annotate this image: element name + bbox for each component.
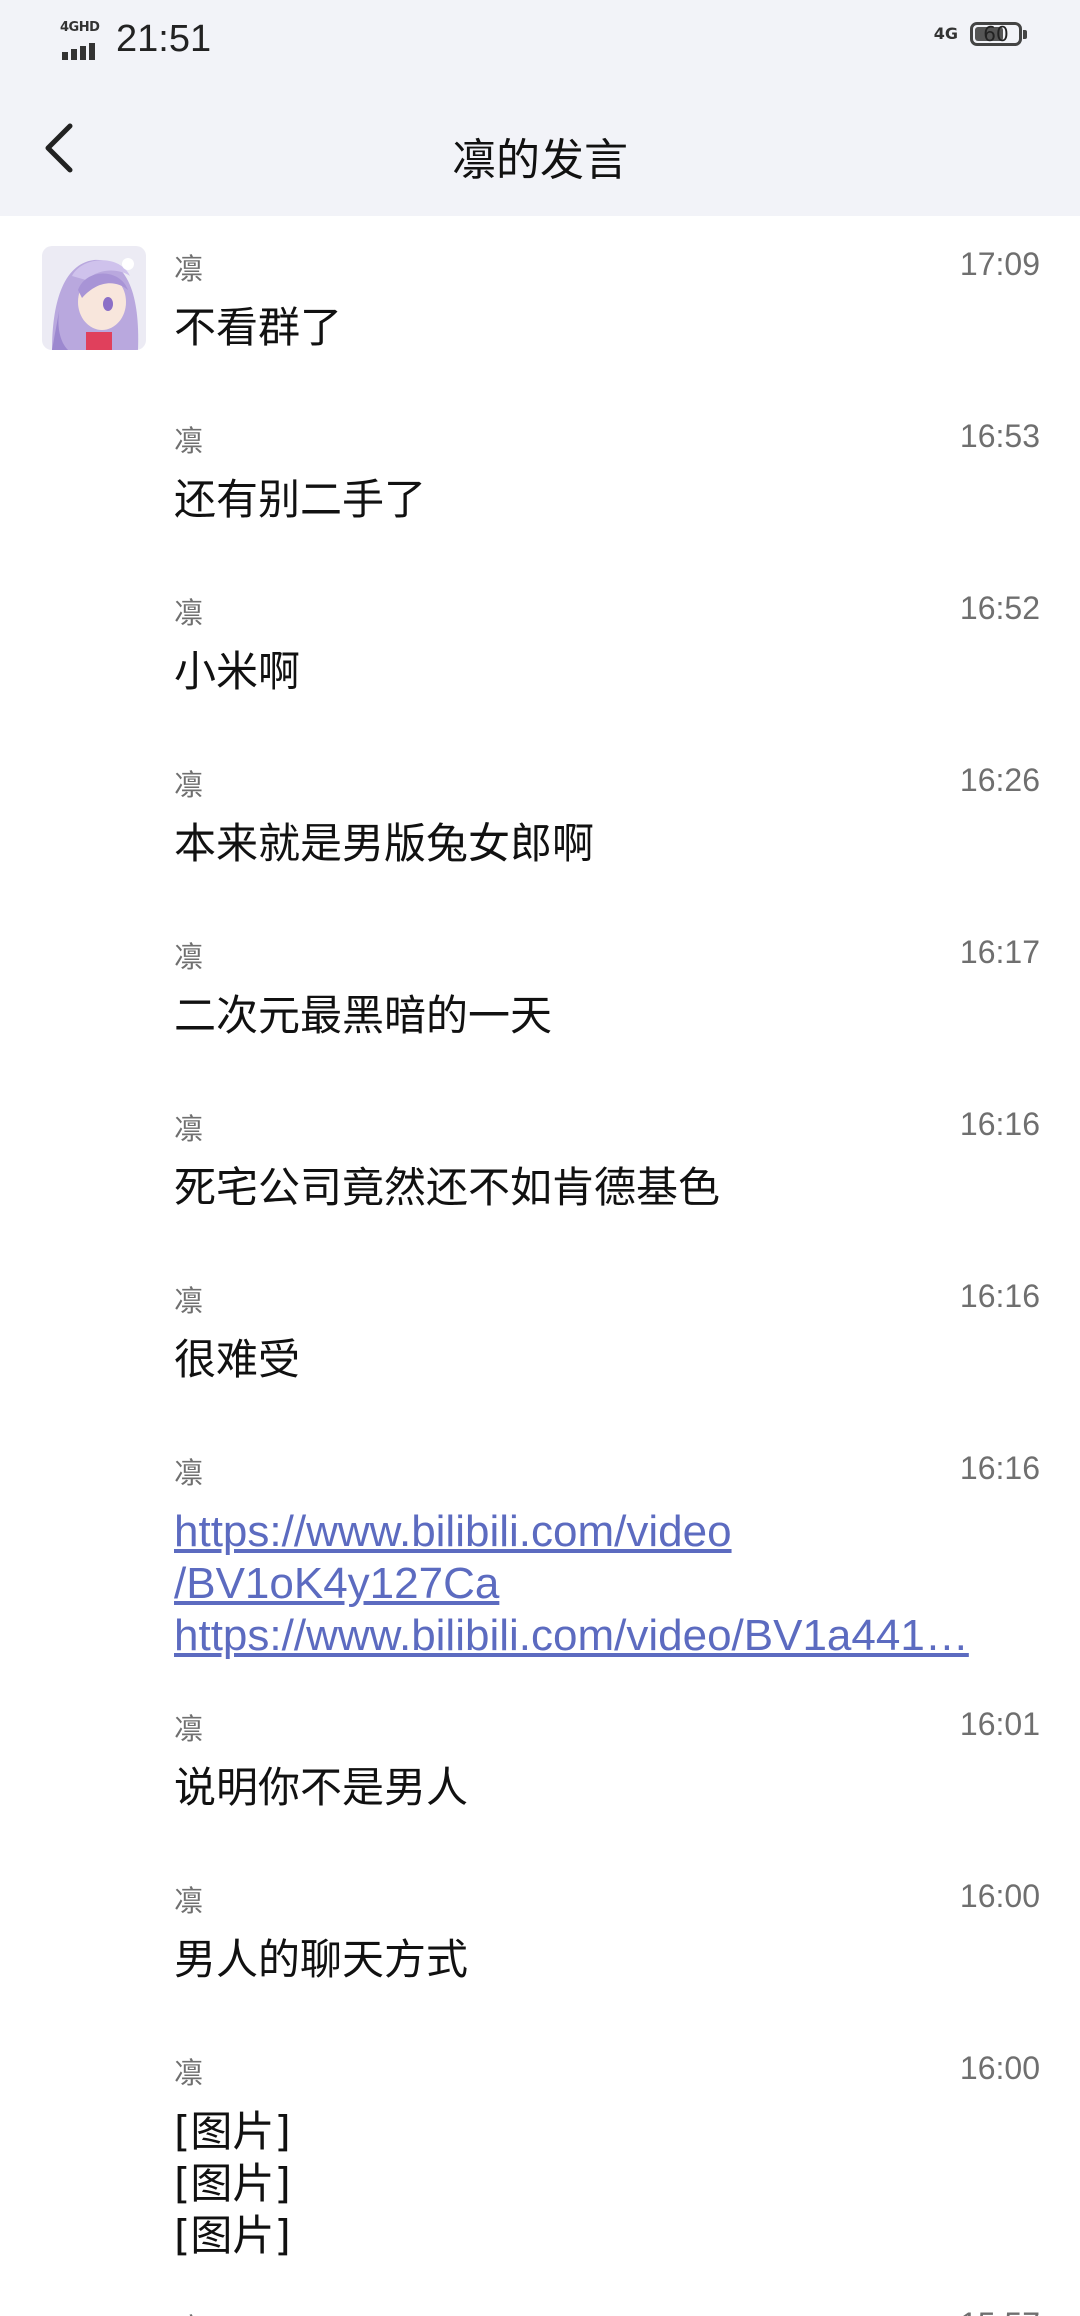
anime-avatar-image — [42, 246, 146, 350]
list-item[interactable]: 凛 16:53 还有别二手了 — [174, 418, 1040, 528]
list-item[interactable]: 凛 16:00 [图片] [图片] [图片] — [174, 2050, 1040, 2260]
list-item[interactable]: 凛 15:57 — [174, 2306, 1040, 2316]
message-text: 还有别二手了 — [174, 475, 427, 524]
sender-name: 凛 — [174, 1112, 204, 1146]
sender-name: 凛 — [174, 596, 204, 630]
link[interactable]: /BV1oK4y127Ca — [174, 1558, 969, 1610]
sender-name: 凛 — [174, 1712, 204, 1746]
battery-icon: 60 — [970, 22, 1027, 46]
image-placeholder[interactable]: [图片] — [174, 2210, 291, 2262]
list-item[interactable]: 凛 16:26 本来就是男版兔女郎啊 — [174, 762, 1040, 872]
page-title: 凛的发言 — [452, 135, 628, 186]
list-item[interactable]: 凛 16:16 死宅公司竟然还不如肯德基色 — [174, 1106, 1040, 1216]
sender-name: 凛 — [174, 2056, 204, 2090]
message-time: 16:52 — [959, 590, 1040, 626]
top-bar: 4GHD 21:51 4G 60 凛的发言 — [0, 0, 1080, 216]
sender-name: 凛 — [174, 424, 204, 458]
sender-name: 凛 — [174, 1456, 204, 1490]
message-text: 二次元最黑暗的一天 — [174, 991, 553, 1040]
list-item[interactable]: 凛 16:00 男人的聊天方式 — [174, 1878, 1040, 1988]
avatar[interactable] — [42, 246, 146, 350]
signal-icon: 4GHD — [60, 20, 102, 60]
link[interactable]: https://www.bilibili.com/video/BV1a441… — [174, 1610, 969, 1662]
message-list[interactable]: 凛 17:09 不看群了 凛 16:53 还有别二手了 凛 16:52 小米啊 … — [0, 216, 1080, 2316]
network-indicator: 4G — [933, 24, 958, 43]
message-time: 16:01 — [959, 1706, 1040, 1742]
list-item[interactable]: 凛 16:16 https://www.bilibili.com/video /… — [174, 1450, 1040, 1660]
message-text: 不看群了 — [174, 303, 343, 352]
message-text: 小米啊 — [174, 647, 301, 696]
message-text: 说明你不是男人 — [174, 1763, 469, 1812]
message-time: 17:09 — [959, 246, 1040, 282]
sender-name: 凛 — [174, 1284, 204, 1318]
status-time: 21:51 — [116, 18, 212, 60]
sender-name: 凛 — [174, 768, 204, 802]
sender-name: 凛 — [174, 940, 204, 974]
list-item[interactable]: 凛 17:09 不看群了 — [174, 246, 1040, 356]
sender-name: 凛 — [174, 252, 204, 286]
message-text: 本来就是男版兔女郎啊 — [174, 819, 595, 868]
status-bar: 4GHD 21:51 4G 60 — [0, 0, 1080, 88]
image-placeholder[interactable]: [图片] — [174, 2106, 291, 2158]
network-type-label: 4GHD — [60, 19, 100, 35]
message-time: 16:26 — [959, 762, 1040, 798]
sender-name: 凛 — [174, 1884, 204, 1918]
message-time: 16:16 — [959, 1450, 1040, 1486]
list-item[interactable]: 凛 16:16 很难受 — [174, 1278, 1040, 1388]
list-item[interactable]: 凛 16:52 小米啊 — [174, 590, 1040, 700]
image-placeholder[interactable]: [图片] — [174, 2158, 291, 2210]
battery-level: 60 — [983, 22, 1009, 46]
message-text: 死宅公司竟然还不如肯德基色 — [174, 1163, 721, 1212]
list-item[interactable]: 凛 16:17 二次元最黑暗的一天 — [174, 934, 1040, 1044]
message-time: 16:00 — [959, 1878, 1040, 1914]
message-text: 很难受 — [174, 1335, 301, 1384]
message-text: https://www.bilibili.com/video /BV1oK4y1… — [174, 1506, 969, 1662]
navigation-bar: 凛的发言 — [0, 88, 1080, 216]
message-time: 16:53 — [959, 418, 1040, 454]
message-time: 16:17 — [959, 934, 1040, 970]
message-time: 15:57 — [960, 2306, 1040, 2316]
message-text: 男人的聊天方式 — [174, 1935, 469, 1984]
list-item[interactable]: 凛 16:01 说明你不是男人 — [174, 1706, 1040, 1816]
message-time: 16:16 — [959, 1106, 1040, 1142]
message-time: 16:16 — [959, 1278, 1040, 1314]
message-time: 16:00 — [959, 2050, 1040, 2086]
sender-name: 凛 — [174, 2306, 203, 2316]
message-text: [图片] [图片] [图片] — [174, 2106, 291, 2262]
link[interactable]: https://www.bilibili.com/video — [174, 1506, 969, 1558]
